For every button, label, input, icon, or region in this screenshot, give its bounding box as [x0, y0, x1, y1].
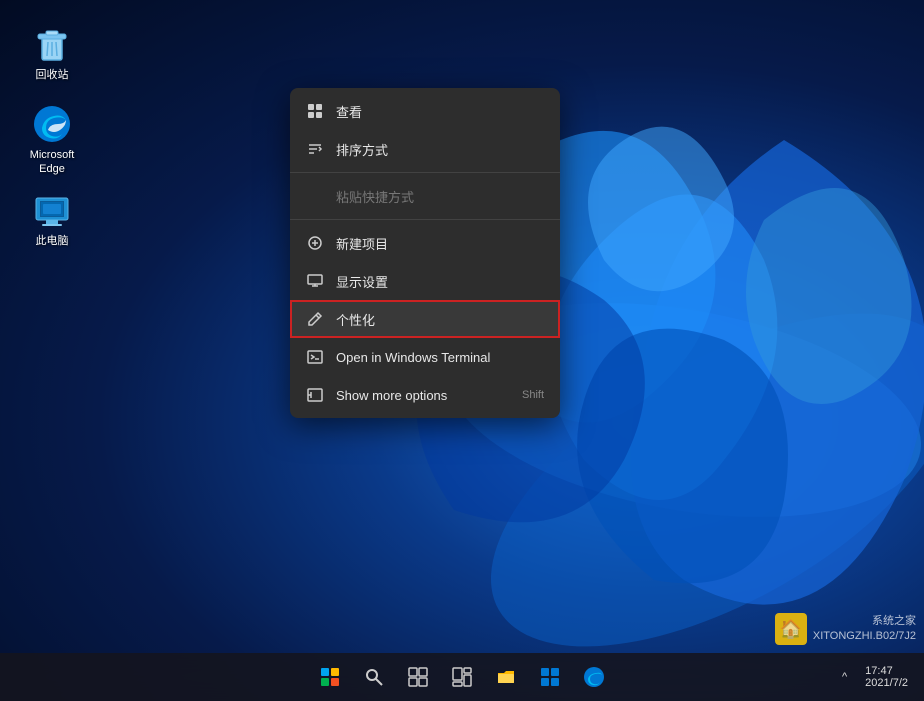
taskbar-center — [310, 657, 614, 697]
this-pc-label: 此电脑 — [36, 234, 69, 248]
tray-chevron: ^ — [842, 671, 847, 683]
desktop-icon-this-pc[interactable]: 此电脑 — [16, 186, 88, 252]
view-label: 查看 — [336, 102, 362, 121]
taskbar: ^ 17:47 2021/7/2 — [0, 653, 924, 701]
taskbar-widgets-button[interactable] — [442, 657, 482, 697]
recycle-bin-label: 回收站 — [36, 68, 69, 82]
context-menu: 查看 排序方式 粘贴快捷方式 — [290, 88, 560, 418]
sort-icon — [306, 140, 324, 158]
watermark-text: 系统之家 XITONGZHI.B02/7J2 — [813, 614, 916, 645]
personalize-label: 个性化 — [336, 310, 375, 329]
paste-icon — [306, 187, 324, 205]
display-icon — [306, 272, 324, 290]
edge-icon — [32, 104, 72, 144]
date-display: 2021/7/2 — [865, 677, 908, 689]
more-icon — [306, 386, 324, 404]
separator-1 — [290, 172, 560, 173]
sort-label: 排序方式 — [336, 140, 388, 159]
menu-item-display[interactable]: 显示设置 — [290, 262, 560, 300]
display-label: 显示设置 — [336, 272, 388, 291]
taskbar-search-button[interactable] — [354, 657, 394, 697]
menu-item-sort[interactable]: 排序方式 — [290, 130, 560, 168]
this-pc-icon — [32, 190, 72, 230]
clock[interactable]: 17:47 2021/7/2 — [857, 661, 916, 693]
edge-label: Microsoft Edge — [20, 148, 84, 177]
desktop-icon-edge[interactable]: Microsoft Edge — [16, 100, 88, 181]
desktop-icon-recycle-bin[interactable]: 回收站 — [16, 20, 88, 86]
menu-item-more-options[interactable]: Show more options Shift — [290, 376, 560, 414]
plus-circle-icon — [306, 234, 324, 252]
pen-icon — [306, 310, 324, 328]
menu-item-personalize[interactable]: 个性化 — [290, 300, 560, 338]
desktop: 回收站 Microsoft Edge 此电脑 — [0, 0, 924, 701]
grid-icon — [306, 102, 324, 120]
more-options-shortcut: Shift — [522, 389, 544, 401]
more-options-label: Show more options — [336, 388, 447, 403]
taskbar-explorer-button[interactable] — [486, 657, 526, 697]
open-terminal-label: Open in Windows Terminal — [336, 350, 490, 365]
menu-item-new[interactable]: 新建项目 — [290, 224, 560, 262]
terminal-icon — [306, 348, 324, 366]
time-display: 17:47 — [865, 665, 908, 677]
new-label: 新建项目 — [336, 234, 388, 253]
taskbar-start-button[interactable] — [310, 657, 350, 697]
taskbar-edge-button[interactable] — [574, 657, 614, 697]
system-tray[interactable]: ^ — [834, 667, 855, 687]
watermark: 🏠 系统之家 XITONGZHI.B02/7J2 — [775, 613, 916, 645]
taskbar-right: ^ 17:47 2021/7/2 — [834, 661, 916, 693]
separator-2 — [290, 219, 560, 220]
taskbar-taskview-button[interactable] — [398, 657, 438, 697]
menu-item-paste-shortcut[interactable]: 粘贴快捷方式 — [290, 177, 560, 215]
taskbar-store-button[interactable] — [530, 657, 570, 697]
recycle-bin-icon — [32, 24, 72, 64]
menu-item-open-terminal[interactable]: Open in Windows Terminal — [290, 338, 560, 376]
watermark-icon: 🏠 — [775, 613, 807, 645]
paste-shortcut-label: 粘贴快捷方式 — [336, 187, 414, 206]
menu-item-view[interactable]: 查看 — [290, 92, 560, 130]
